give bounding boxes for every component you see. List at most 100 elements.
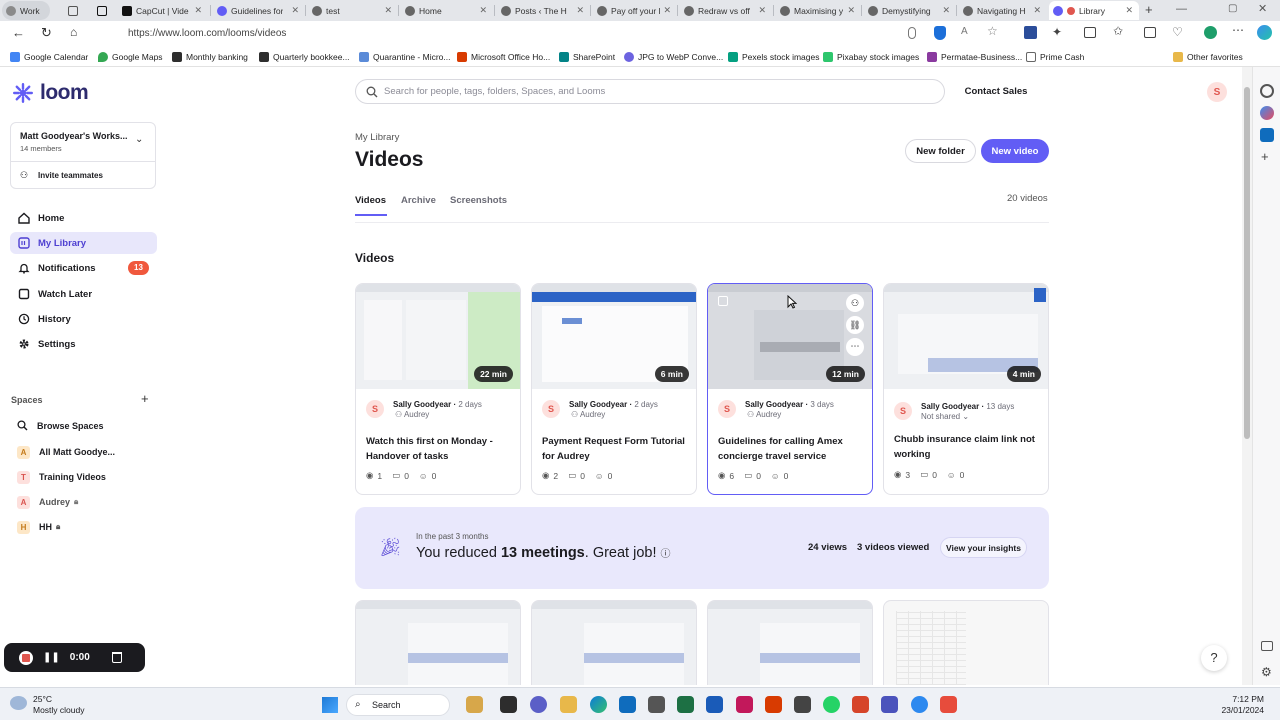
refresh-icon[interactable]: ↻ xyxy=(41,25,52,41)
video-title[interactable]: Watch this first on Monday - Handover of… xyxy=(366,434,514,464)
extension-icon[interactable] xyxy=(1024,26,1037,39)
pause-icon[interactable]: ❚❚ xyxy=(43,652,60,663)
file-explorer-icon[interactable] xyxy=(466,696,483,713)
tab-redraw[interactable]: Redraw vs off ✕ xyxy=(680,1,772,20)
view-insights-button[interactable]: View your insights xyxy=(940,537,1027,558)
tab-vertical[interactable] xyxy=(93,1,109,20)
bookmark-item[interactable]: Pixabay stock images xyxy=(823,50,919,64)
tab-navigating[interactable]: Navigating H ✕ xyxy=(959,1,1047,20)
calculator-icon[interactable] xyxy=(648,696,665,713)
close-icon[interactable]: ✕ xyxy=(1033,5,1041,16)
folder-icon[interactable] xyxy=(560,696,577,713)
teams-icon[interactable] xyxy=(881,696,898,713)
close-icon[interactable]: ✕ xyxy=(847,5,855,16)
word-icon[interactable] xyxy=(706,696,723,713)
tab-archive[interactable]: Archive xyxy=(401,195,436,206)
nav-watch-later[interactable]: Watch Later xyxy=(10,283,157,305)
video-card[interactable] xyxy=(531,600,697,685)
read-aloud-icon[interactable]: A xyxy=(961,26,968,37)
profile-icon[interactable] xyxy=(1204,26,1217,39)
video-thumbnail[interactable]: 22 min xyxy=(356,284,520,389)
tab-posts[interactable]: Posts ‹ The H ✕ xyxy=(497,1,590,20)
tab-maximising[interactable]: Maximising y ✕ xyxy=(776,1,861,20)
close-icon[interactable]: ✕ xyxy=(942,5,950,16)
search-icon[interactable] xyxy=(1260,84,1274,98)
shield-icon[interactable] xyxy=(934,26,946,40)
new-folder-button[interactable]: New folder xyxy=(905,139,976,163)
video-card[interactable] xyxy=(883,600,1049,685)
sidebar-toggle-icon[interactable] xyxy=(1261,641,1273,651)
video-title[interactable]: Chubb insurance claim link not working xyxy=(894,432,1042,462)
add-space-icon[interactable]: + xyxy=(141,391,149,406)
heart-icon[interactable]: ♡ xyxy=(1172,25,1183,39)
tab-screenshots[interactable]: Screenshots xyxy=(450,195,507,206)
user-avatar[interactable]: S xyxy=(1207,82,1227,102)
video-card[interactable]: 6 min S Sally Goodyear · 2 days ⚇ Audrey… xyxy=(531,283,697,495)
excel-icon[interactable] xyxy=(677,696,694,713)
chevron-down-icon[interactable]: ⌄ xyxy=(135,134,143,145)
tab-guidelines[interactable]: Guidelines for ✕ xyxy=(213,1,305,20)
video-title[interactable]: Guidelines for calling Amex concierge tr… xyxy=(718,434,866,464)
share-line[interactable]: ⚇ Audrey xyxy=(571,410,605,419)
minimize-icon[interactable]: — xyxy=(1176,3,1187,15)
maximize-icon[interactable]: ▢ xyxy=(1228,3,1237,14)
app-icon[interactable] xyxy=(852,696,869,713)
tab-test[interactable]: test ✕ xyxy=(308,1,398,20)
close-icon[interactable]: ✕ xyxy=(1125,5,1133,16)
copy-link-icon[interactable]: ⛓ xyxy=(846,316,864,334)
bookmark-item[interactable]: Monthly banking xyxy=(172,50,248,64)
share-people-icon[interactable]: ⚇ xyxy=(846,294,864,312)
info-icon[interactable]: ⓘ xyxy=(661,549,671,560)
copilot-icon[interactable] xyxy=(1257,25,1272,40)
breadcrumb[interactable]: My Library xyxy=(355,132,399,143)
windows-start-icon[interactable] xyxy=(322,697,338,713)
app-icon[interactable] xyxy=(736,696,753,713)
whatsapp-icon[interactable] xyxy=(823,696,840,713)
space-all-matt[interactable]: A All Matt Goodye... xyxy=(10,442,157,462)
video-thumbnail[interactable]: 4 min xyxy=(884,284,1048,389)
contact-sales-button[interactable]: Contact Sales xyxy=(953,79,1039,104)
workspace-switcher[interactable]: Matt Goodyear's Works... 14 members ⌄ ⚇ … xyxy=(10,122,156,189)
nav-history[interactable]: History xyxy=(10,308,157,330)
bookmark-item[interactable]: Permatae-Business... xyxy=(927,50,1022,64)
edge-icon[interactable] xyxy=(590,696,607,713)
tab-capcut[interactable]: CapCut | Vide ✕ xyxy=(118,1,208,20)
puzzle-icon[interactable]: ✦ xyxy=(1052,25,1062,39)
weather-icon[interactable] xyxy=(10,696,27,710)
tab-payoff[interactable]: Pay off your l ✕ xyxy=(593,1,677,20)
tab-profile-work[interactable]: Work xyxy=(2,1,50,20)
bookmark-item[interactable]: Microsoft Office Ho... xyxy=(457,50,550,64)
close-icon[interactable]: ✕ xyxy=(576,5,584,16)
copilot-icon[interactable] xyxy=(1260,106,1274,120)
close-icon[interactable]: ✕ xyxy=(384,5,392,16)
share-line[interactable]: ⚇ Audrey xyxy=(747,410,781,419)
outlook-icon[interactable] xyxy=(1260,128,1274,142)
nav-my-library[interactable]: My Library xyxy=(10,232,157,254)
stop-recording-button[interactable] xyxy=(19,650,33,665)
microphone-icon[interactable] xyxy=(908,27,916,39)
new-tab-icon[interactable]: + xyxy=(1145,2,1153,17)
select-checkbox[interactable] xyxy=(718,296,728,306)
other-favorites[interactable]: Other favorites xyxy=(1173,50,1243,64)
tab-library-active[interactable]: Library ✕ xyxy=(1049,1,1139,20)
bookmark-item[interactable]: JPG to WebP Conve... xyxy=(624,50,723,64)
app-icon[interactable] xyxy=(794,696,811,713)
teams-chat-icon[interactable] xyxy=(530,696,547,713)
more-icon[interactable]: ⋯ xyxy=(1232,23,1244,37)
video-card[interactable] xyxy=(707,600,873,685)
share-line[interactable]: Not shared ⌄ xyxy=(921,412,969,421)
video-card[interactable]: 4 min S Sally Goodyear · 13 days Not sha… xyxy=(883,283,1049,495)
bookmark-item[interactable]: Google Calendar xyxy=(10,50,88,64)
space-browse[interactable]: Browse Spaces xyxy=(10,416,157,436)
space-training-videos[interactable]: T Training Videos xyxy=(10,467,157,487)
nav-home[interactable]: Home xyxy=(10,207,157,229)
help-icon[interactable]: ? xyxy=(1201,645,1227,671)
invite-teammates-button[interactable]: Invite teammates xyxy=(38,171,103,180)
close-icon[interactable]: ✕ xyxy=(663,5,671,16)
scrollbar-thumb[interactable] xyxy=(1244,87,1250,439)
space-hh[interactable]: H HH 🔒︎ xyxy=(10,517,157,537)
bookmark-item[interactable]: Quarterly bookkee... xyxy=(259,50,350,64)
task-view-icon[interactable] xyxy=(500,696,517,713)
close-icon[interactable]: ✕ xyxy=(758,5,766,16)
close-icon[interactable]: ✕ xyxy=(291,5,299,16)
